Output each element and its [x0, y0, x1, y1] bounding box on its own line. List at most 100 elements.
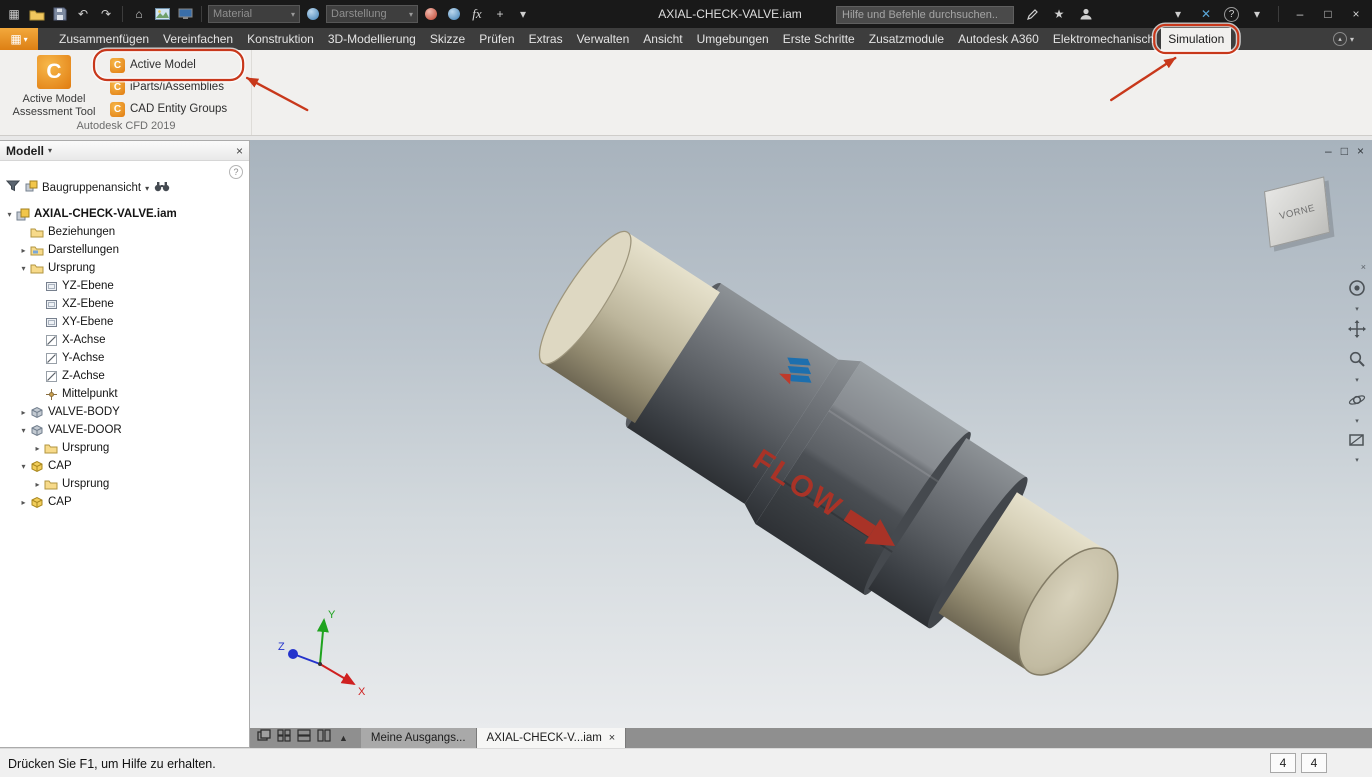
tab-elektromechanisch[interactable]: Elektromechanisch — [1046, 28, 1161, 50]
view-mode-selector[interactable]: Baugruppenansicht ▾ — [25, 179, 149, 197]
tree-item-valve-body[interactable]: ▸ VALVE-BODY — [0, 403, 249, 421]
document-tab-axial-check-v-iam[interactable]: AXIAL-CHECK-V...iam × — [476, 728, 627, 748]
help-chevron-icon[interactable]: ▾ — [1247, 4, 1267, 24]
tab-erste-schritte[interactable]: Erste Schritte — [776, 28, 862, 50]
add-icon[interactable]: + — [490, 4, 510, 24]
expander-icon[interactable]: ▸ — [32, 480, 43, 489]
restore-icon[interactable]: □ — [1318, 4, 1338, 24]
expander-icon[interactable]: ▸ — [18, 246, 29, 255]
expander-icon[interactable]: ▸ — [32, 444, 43, 453]
file-menu-button[interactable]: ▦ ▾ — [0, 28, 38, 50]
zoom-icon[interactable] — [1348, 350, 1366, 373]
tree-item-cap[interactable]: ▸ CAP — [0, 493, 249, 511]
find-binoculars-icon[interactable] — [154, 179, 170, 197]
ribbon-collapse-control[interactable]: ▴ ▾ — [1332, 32, 1354, 46]
tile-grid-icon[interactable] — [277, 729, 291, 747]
appearance-sphere-icon[interactable] — [303, 4, 323, 24]
chevron-down-icon[interactable]: ▾ — [48, 146, 52, 155]
active-model-button[interactable]: C Active Model — [104, 54, 233, 76]
material-dropdown[interactable]: Material ▾ — [208, 5, 300, 23]
undo-icon[interactable]: ↶ — [73, 4, 93, 24]
open-icon[interactable] — [27, 4, 47, 24]
tree-item-axial-check-valve-iam[interactable]: ▾ AXIAL-CHECK-VALVE.iam — [0, 205, 249, 223]
tab-3d-modellierung[interactable]: 3D-Modellierung — [321, 28, 423, 50]
cad-entity-groups-button[interactable]: C CAD Entity Groups — [104, 98, 233, 120]
help-icon[interactable]: ? — [1224, 6, 1239, 22]
document-tab-meine-ausgangs[interactable]: Meine Ausgangs... — [360, 728, 477, 748]
tree-item-y-achse[interactable]: Y-Achse — [0, 349, 249, 367]
tile-horizontal-icon[interactable] — [297, 729, 311, 747]
adjust-red-sphere-icon[interactable] — [421, 4, 441, 24]
tab-zusatzmodule[interactable]: Zusatzmodule — [862, 28, 951, 50]
iparts-iassemblies-button[interactable]: CiParts/iAssemblies — [104, 76, 233, 98]
screen-icon[interactable] — [175, 4, 195, 24]
home-icon[interactable]: ⌂ — [129, 4, 149, 24]
session-x-icon[interactable]: ✕ — [1196, 4, 1216, 24]
cascade-windows-icon[interactable] — [257, 729, 271, 747]
tab-simulation[interactable]: Simulation — [1161, 28, 1232, 50]
tree-item-cap[interactable]: ▾ CAP — [0, 457, 249, 475]
sign-in-person-icon[interactable] — [1076, 4, 1096, 24]
app-menu-icon[interactable]: ▦ — [4, 4, 24, 24]
tree-item-beziehungen[interactable]: Beziehungen — [0, 223, 249, 241]
look-at-icon[interactable] — [1348, 432, 1366, 453]
tree-item-xz-ebene[interactable]: XZ-Ebene — [0, 295, 249, 313]
expander-icon[interactable]: ▾ — [18, 264, 29, 273]
chevron-down-icon[interactable]: ▾ — [1355, 456, 1359, 464]
expander-icon[interactable]: ▸ — [18, 408, 29, 417]
tree-item-darstellungen[interactable]: ▸ Darstellungen — [0, 241, 249, 259]
tab-umgebungen[interactable]: Umgebungen — [690, 28, 776, 50]
redo-icon[interactable]: ↷ — [96, 4, 116, 24]
doc-minimize-icon[interactable]: – — [1325, 144, 1332, 158]
browser-help-icon[interactable]: ? — [229, 165, 243, 179]
expand-up-icon[interactable]: ▲ — [339, 733, 348, 743]
tab-extras[interactable]: Extras — [522, 28, 570, 50]
close-icon[interactable]: × — [236, 144, 243, 158]
3d-viewport[interactable]: – □ × FLOW VORNE × ▾ ▾ ▾ ▾ Y X Z — [250, 140, 1372, 728]
customize-chevron-icon[interactable]: ▾ — [513, 4, 533, 24]
minimize-icon[interactable]: – — [1290, 4, 1310, 24]
chevron-down-icon[interactable]: ▾ — [1355, 305, 1359, 313]
chevron-down-icon[interactable]: ▾ — [1355, 376, 1359, 384]
tab-konstruktion[interactable]: Konstruktion — [240, 28, 321, 50]
render-icon[interactable] — [152, 4, 172, 24]
tab-zusammenf-gen[interactable]: Zusammenfügen — [52, 28, 156, 50]
help-search-input[interactable] — [836, 6, 1014, 24]
tab-autodesk-a360[interactable]: Autodesk A360 — [951, 28, 1046, 50]
tab-verwalten[interactable]: Verwalten — [570, 28, 637, 50]
doc-restore-icon[interactable]: □ — [1341, 144, 1348, 158]
filter-funnel-icon[interactable] — [5, 179, 21, 197]
active-model-assessment-tool-button[interactable]: C Active Model Assessment Tool — [8, 53, 100, 119]
tab-skizze[interactable]: Skizze — [423, 28, 472, 50]
tab-ansicht[interactable]: Ansicht — [636, 28, 689, 50]
tab-pr-fen[interactable]: Prüfen — [472, 28, 521, 50]
tree-item-ursprung[interactable]: ▾ Ursprung — [0, 259, 249, 277]
pan-hand-icon[interactable] — [1348, 320, 1366, 343]
save-icon[interactable] — [50, 4, 70, 24]
chevron-down-icon[interactable]: ▾ — [1168, 4, 1188, 24]
close-icon[interactable]: × — [1346, 4, 1366, 24]
tree-item-x-achse[interactable]: X-Achse — [0, 331, 249, 349]
tree-item-yz-ebene[interactable]: YZ-Ebene — [0, 277, 249, 295]
tree-item-ursprung[interactable]: ▸ Ursprung — [0, 439, 249, 457]
tree-item-mittelpunkt[interactable]: Mittelpunkt — [0, 385, 249, 403]
expander-icon[interactable]: ▾ — [18, 462, 29, 471]
valve-3d-model[interactable]: FLOW — [250, 140, 1372, 728]
close-icon[interactable]: × — [609, 732, 615, 744]
navbar-close-icon[interactable]: × — [1361, 262, 1366, 272]
expander-icon[interactable]: ▸ — [18, 498, 29, 507]
tile-vertical-icon[interactable] — [317, 729, 331, 747]
tree-item-xy-ebene[interactable]: XY-Ebene — [0, 313, 249, 331]
adjust-blue-sphere-icon[interactable] — [444, 4, 464, 24]
chevron-down-icon[interactable]: ▾ — [1355, 417, 1359, 425]
tab-vereinfachen[interactable]: Vereinfachen — [156, 28, 240, 50]
tree-item-ursprung[interactable]: ▸ Ursprung — [0, 475, 249, 493]
tree-item-z-achse[interactable]: Z-Achse — [0, 367, 249, 385]
expander-icon[interactable]: ▾ — [4, 210, 15, 219]
expander-icon[interactable]: ▾ — [18, 426, 29, 435]
orbit-icon[interactable] — [1348, 391, 1366, 414]
appearance-dropdown[interactable]: Darstellung ▾ — [326, 5, 418, 23]
tree-item-valve-door[interactable]: ▾ VALVE-DOOR — [0, 421, 249, 439]
parameters-fx-icon[interactable]: fx — [467, 4, 487, 24]
pen-icon[interactable] — [1022, 4, 1042, 24]
